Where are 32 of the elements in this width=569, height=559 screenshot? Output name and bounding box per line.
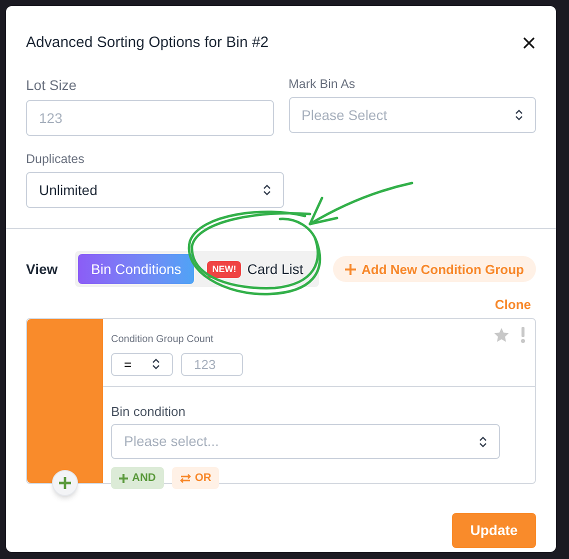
add-condition-group-button[interactable]: Add New Condition Group [332,256,536,282]
plus-icon [59,476,71,489]
view-label: View [26,260,59,279]
dialog-title: Advanced Sorting Options for Bin #2 [26,33,269,53]
new-badge: NEW! [207,260,242,278]
clone-link[interactable]: Clone [494,295,531,315]
chevron-updown-icon [152,358,160,370]
update-button[interactable]: Update [452,512,536,548]
select-field[interactable]: Unlimited [26,172,284,208]
and-button[interactable]: AND [111,467,164,490]
select-field[interactable]: Please select... [111,424,500,460]
plus-icon [344,264,356,275]
chevron-updown-icon [479,436,487,448]
field-label: Duplicates [26,150,86,168]
chevron-updown-icon [263,184,271,196]
star-icon[interactable] [494,328,509,342]
view-tab[interactable]: NEW! Card List [194,254,316,284]
operator-select[interactable]: = [111,352,173,376]
field-label: Mark Bin As [288,76,356,92]
field-label: Condition Group Count [111,332,214,347]
select-field[interactable]: Please Select [288,97,536,134]
close-icon[interactable] [522,36,536,50]
swap-icon [180,474,191,483]
field-label: Lot Size [26,76,78,94]
view-tab[interactable]: Bin Conditions [78,254,194,284]
plus-icon [119,474,128,483]
input-field[interactable]: 123 [26,100,274,136]
exclamation-icon[interactable] [521,326,525,343]
field-label: Bin condition [111,402,186,421]
count-input[interactable]: 123 [181,352,243,376]
chevron-updown-icon [515,109,523,122]
or-button[interactable]: OR [172,467,220,490]
